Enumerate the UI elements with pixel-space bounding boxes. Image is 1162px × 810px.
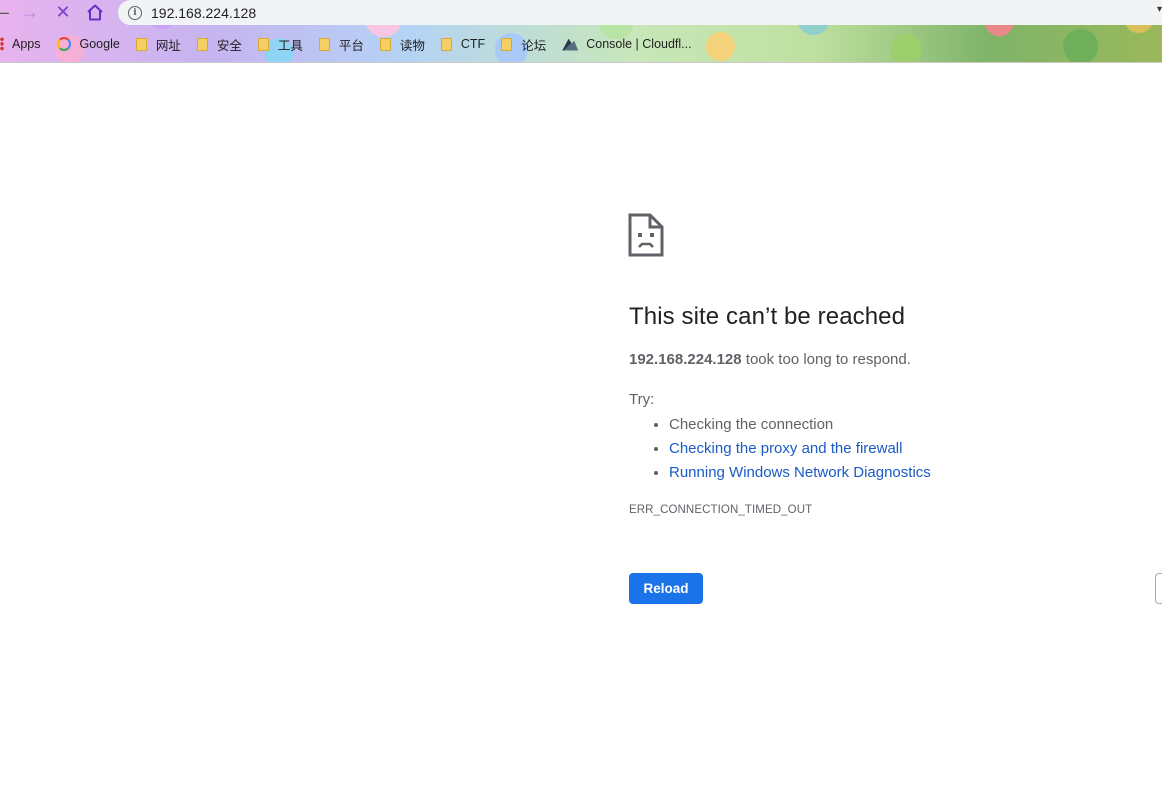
bookmark-folder-2[interactable]: 安全 [196, 35, 242, 54]
details-button[interactable] [1155, 573, 1162, 604]
arrow-right-icon: → [21, 2, 39, 22]
suggestion-text: Checking the connection [669, 416, 834, 433]
sad-document-icon [628, 213, 664, 257]
error-summary: 192.168.224.128 took too long to respond… [629, 351, 911, 368]
url-text[interactable]: 192.168.224.128 [151, 5, 256, 21]
proxy-firewall-link[interactable]: Checking the proxy and the firewall [669, 440, 902, 457]
browser-chrome: – → ✕ i 192.168.224.128 ▾ Apps Google 网址… [0, 0, 1162, 63]
info-icon[interactable]: i [128, 5, 142, 20]
home-icon [87, 4, 103, 20]
address-bar[interactable]: i 192.168.224.128 [118, 0, 1162, 25]
error-host: 192.168.224.128 [629, 351, 742, 368]
suggestions-list: Checking the connection Checking the pro… [629, 413, 931, 485]
folder-icon [196, 37, 208, 51]
bookmark-label: 安全 [216, 38, 242, 53]
try-label: Try: [629, 391, 655, 408]
back-button[interactable]: – [0, 1, 10, 23]
bookmarks-bar: Apps Google 网址 安全 工具 平台 读物 CTF 论坛 Consol… [0, 32, 708, 56]
folder-icon [501, 37, 513, 51]
google-icon [56, 37, 71, 51]
bookmark-folder-7[interactable]: 论坛 [501, 35, 546, 54]
error-summary-text: took too long to respond. [741, 351, 911, 368]
bookmark-label: 网址 [155, 38, 181, 53]
bookmark-folder-5[interactable]: 读物 [379, 35, 425, 54]
suggestion-item: Checking the connection [669, 413, 931, 437]
reload-button[interactable]: Reload [629, 573, 703, 604]
folder-icon [318, 37, 330, 51]
error-code: ERR_CONNECTION_TIMED_OUT [629, 504, 813, 516]
bookmark-label: 平台 [338, 38, 364, 53]
close-icon: ✕ [55, 2, 71, 22]
folder-icon [135, 37, 147, 51]
suggestion-item: Checking the proxy and the firewall [669, 437, 931, 461]
bookmark-label: 读物 [399, 38, 425, 53]
bookmark-label: 论坛 [521, 38, 547, 53]
folder-icon [440, 37, 452, 51]
stop-button[interactable]: ✕ [53, 1, 73, 23]
bookmark-label: Console | Cloudfl... [586, 37, 692, 51]
folder-icon [257, 37, 269, 51]
error-title: This site can’t be reached [629, 303, 906, 330]
chevron-down-icon[interactable]: ▾ [1157, 4, 1162, 15]
network-diagnostics-link[interactable]: Running Windows Network Diagnostics [669, 464, 931, 481]
bookmark-apps[interactable]: Apps [0, 37, 41, 51]
bookmark-folder-6[interactable]: CTF [440, 37, 486, 51]
bookmark-google[interactable]: Google [56, 37, 120, 51]
bookmark-folder-3[interactable]: 工具 [257, 35, 303, 54]
bookmark-label: CTF [460, 37, 486, 51]
bookmark-label: Apps [12, 37, 41, 51]
home-button[interactable] [85, 1, 105, 23]
bookmark-label: Google [79, 37, 120, 51]
bookmark-folder-4[interactable]: 平台 [318, 35, 364, 54]
suggestion-item: Running Windows Network Diagnostics [669, 461, 931, 485]
bookmark-folder-1[interactable]: 网址 [135, 35, 181, 54]
apps-grid-icon [0, 37, 4, 51]
folder-icon [379, 37, 391, 51]
bookmark-label: 工具 [277, 38, 303, 53]
bookmark-cloudflare[interactable]: Console | Cloudfl... [562, 37, 692, 51]
forward-button[interactable]: → [20, 1, 40, 23]
minus-icon: – [0, 1, 9, 23]
cloudflare-icon [562, 38, 579, 51]
